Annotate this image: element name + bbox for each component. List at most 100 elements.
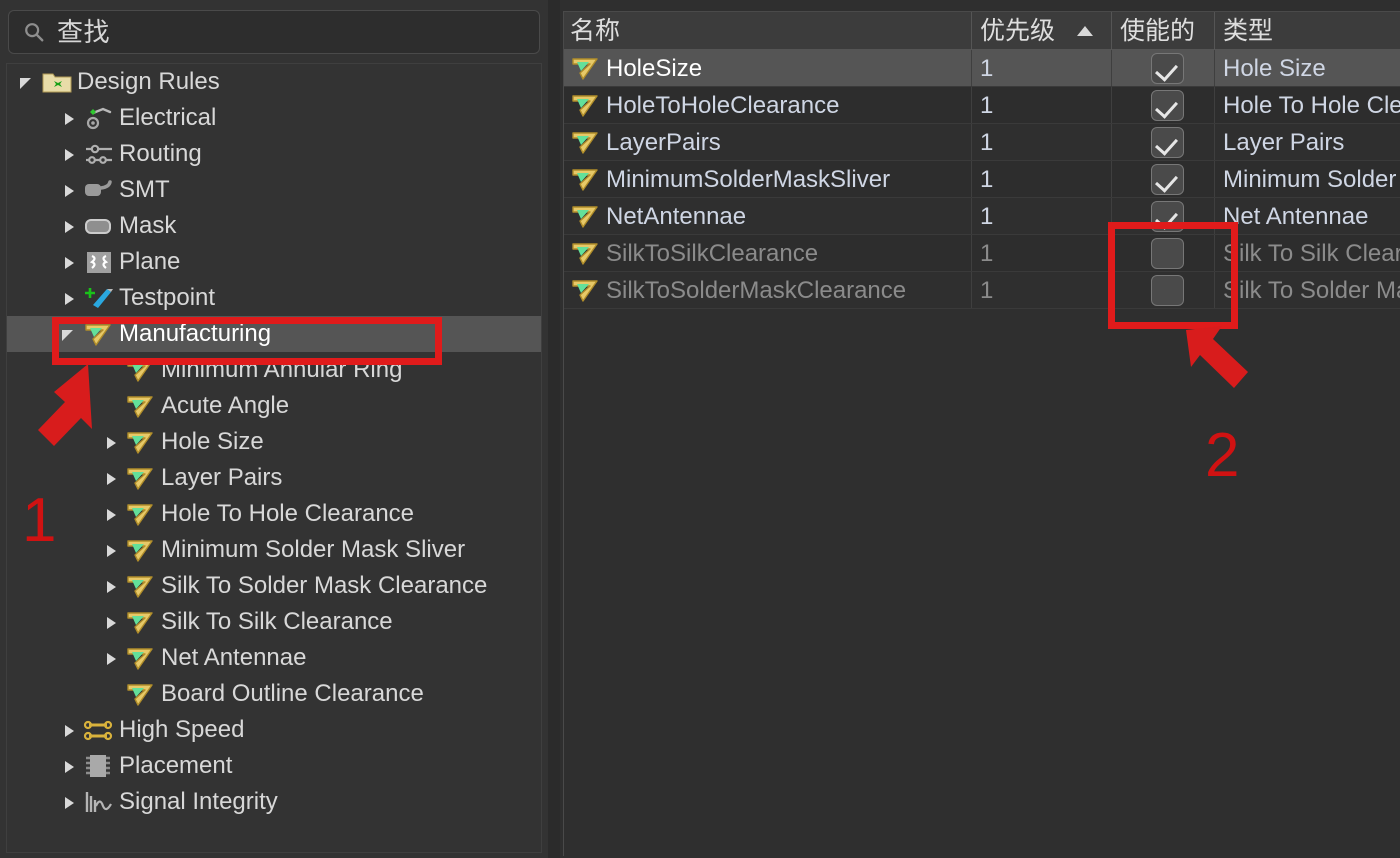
rule-name-cell[interactable]: HoleToHoleClearance <box>564 87 972 123</box>
sidebar-item-board-outline-clearance[interactable]: Board Outline Clearance <box>7 676 541 712</box>
rule-icon <box>127 576 153 598</box>
rule-name-cell[interactable]: NetAntennae <box>564 198 972 234</box>
column-header-enabled[interactable]: 使能的 <box>1112 12 1215 49</box>
placement-icon <box>83 752 115 780</box>
table-row[interactable]: HoleToHoleClearance 1 Hole To Hole Clearan… <box>564 87 1400 124</box>
sidebar-item-smt[interactable]: SMT <box>7 172 541 208</box>
sidebar-item-minimum-solder-mask-sliver[interactable]: Minimum Solder Mask Sliver <box>7 532 541 568</box>
rule-priority-cell[interactable]: 1 <box>972 161 1112 197</box>
chevron-right-icon[interactable] <box>57 208 83 244</box>
table-row[interactable]: NetAntennae 1 Net Antennae <box>564 198 1400 235</box>
checkbox-unchecked-icon[interactable] <box>1150 274 1184 306</box>
table-row[interactable]: SilkToSolderMaskClearance 1 Silk To Solder… <box>564 272 1400 309</box>
sidebar-item-mask[interactable]: Mask <box>7 208 541 244</box>
rules-grid[interactable]: 名称 优先级 使能的 类型 HoleSize 1 Hole Size HoleToHo… <box>563 11 1400 856</box>
electrical-icon <box>86 107 112 130</box>
chevron-right-icon[interactable] <box>99 532 125 568</box>
table-row[interactable]: LayerPairs 1 Layer Pairs <box>564 124 1400 161</box>
rule-type-cell: Silk To Silk Clearance <box>1215 235 1400 271</box>
column-header-type[interactable]: 类型 <box>1215 12 1400 49</box>
search-input-value[interactable]: 查找 <box>57 19 110 45</box>
chevron-right-icon[interactable] <box>57 172 83 208</box>
sidebar-item-testpoint[interactable]: Testpoint <box>7 280 541 316</box>
chevron-right-icon[interactable] <box>99 568 125 604</box>
chevron-right-icon[interactable] <box>57 244 83 280</box>
chevron-down-icon[interactable] <box>15 64 41 100</box>
rule-priority-cell[interactable]: 1 <box>972 124 1112 160</box>
chevron-right-icon[interactable] <box>57 280 83 316</box>
rule-name-label: SilkToSolderMaskClearance <box>606 276 907 304</box>
table-row[interactable]: SilkToSilkClearance 1 Silk To Silk Clearan… <box>564 235 1400 272</box>
checkbox-checked-icon[interactable] <box>1150 200 1184 232</box>
chevron-right-icon[interactable] <box>99 424 125 460</box>
sidebar-item-layer-pairs[interactable]: Layer Pairs <box>7 460 541 496</box>
checkbox-checked-icon[interactable] <box>1150 163 1184 195</box>
sidebar-item-routing[interactable]: Routing <box>7 136 541 172</box>
rule-icon <box>572 243 598 265</box>
rule-enabled-cell[interactable] <box>1112 198 1215 234</box>
rule-priority-cell[interactable]: 1 <box>972 272 1112 308</box>
rule-priority-cell[interactable]: 1 <box>972 198 1112 234</box>
sidebar-item-silk-to-solder-mask-clearance[interactable]: Silk To Solder Mask Clearance <box>7 568 541 604</box>
rule-priority-cell[interactable]: 1 <box>972 50 1112 86</box>
sidebar-item-acute-angle[interactable]: Acute Angle <box>7 388 541 424</box>
chevron-right-icon[interactable] <box>99 604 125 640</box>
chevron-right-icon[interactable] <box>57 712 83 748</box>
rule-icon <box>127 648 153 670</box>
checkbox-checked-icon[interactable] <box>1150 52 1184 84</box>
search-icon <box>25 23 44 42</box>
sidebar-item-silk-to-silk-clearance[interactable]: Silk To Silk Clearance <box>7 604 541 640</box>
sidebar-item-placement[interactable]: Placement <box>7 748 541 784</box>
rule-name-cell[interactable]: SilkToSolderMaskClearance <box>564 272 972 308</box>
sidebar-item-high-speed[interactable]: High Speed <box>7 712 541 748</box>
rule-priority-cell[interactable]: 1 <box>972 235 1112 271</box>
search-box[interactable]: 查找 <box>8 10 540 54</box>
sidebar-item-plane[interactable]: Plane <box>7 244 541 280</box>
column-header-priority[interactable]: 优先级 <box>972 12 1112 49</box>
chevron-right-icon[interactable] <box>57 748 83 784</box>
chevron-right-icon[interactable] <box>57 100 83 136</box>
rule-icon <box>125 536 157 564</box>
app-window: 查找 Design Rules Electrical Routing SMT Mask P… <box>0 0 1400 858</box>
rule-name-cell[interactable]: SilkToSilkClearance <box>564 235 972 271</box>
rule-enabled-cell[interactable] <box>1112 235 1215 271</box>
checkbox-checked-icon[interactable] <box>1150 126 1184 158</box>
column-header-name[interactable]: 名称 <box>564 12 972 49</box>
chevron-right-icon[interactable] <box>99 460 125 496</box>
rule-name-cell[interactable]: MinimumSolderMaskSliver <box>564 161 972 197</box>
chevron-right-icon[interactable] <box>99 496 125 532</box>
chevron-right-icon[interactable] <box>57 136 83 172</box>
sidebar-item-net-antennae[interactable]: Net Antennae <box>7 640 541 676</box>
checkbox-checked-icon[interactable] <box>1150 89 1184 121</box>
chevron-down-icon[interactable] <box>57 316 83 352</box>
rule-priority-cell[interactable]: 1 <box>972 87 1112 123</box>
sidebar-item-minimum-annular-ring[interactable]: Minimum Annular Ring <box>7 352 541 388</box>
mask-icon <box>83 212 115 240</box>
rule-name-cell[interactable]: HoleSize <box>564 50 972 86</box>
rule-icon <box>85 324 111 346</box>
checkbox-unchecked-icon[interactable] <box>1150 237 1184 269</box>
rule-icon <box>127 540 153 562</box>
rule-enabled-cell[interactable] <box>1112 87 1215 123</box>
sidebar-item-manufacturing[interactable]: Manufacturing <box>7 316 541 352</box>
chevron-right-icon[interactable] <box>99 640 125 676</box>
table-row[interactable]: HoleSize 1 Hole Size <box>564 50 1400 87</box>
rule-enabled-cell[interactable] <box>1112 124 1215 160</box>
tree-expander-placeholder <box>99 352 125 388</box>
chevron-right-icon[interactable] <box>57 784 83 820</box>
rule-type-cell: Net Antennae <box>1215 198 1400 234</box>
sidebar-item-hole-to-hole-clearance[interactable]: Hole To Hole Clearance <box>7 496 541 532</box>
rule-enabled-cell[interactable] <box>1112 161 1215 197</box>
sidebar-item-signal-integrity[interactable]: Signal Integrity <box>7 784 541 820</box>
sidebar-item-electrical[interactable]: Electrical <box>7 100 541 136</box>
sidebar-item-design-rules[interactable]: Design Rules <box>7 64 541 100</box>
table-row[interactable]: MinimumSolderMaskSliver 1 Minimum Solder M… <box>564 161 1400 198</box>
signal-integrity-icon <box>85 792 112 812</box>
rule-icon <box>570 239 602 267</box>
rule-name-cell[interactable]: LayerPairs <box>564 124 972 160</box>
sidebar-item-hole-size[interactable]: Hole Size <box>7 424 541 460</box>
rule-enabled-cell[interactable] <box>1112 50 1215 86</box>
design-rules-tree[interactable]: Design Rules Electrical Routing SMT Mask Plan… <box>6 63 542 853</box>
smt-icon <box>85 180 112 196</box>
rule-enabled-cell[interactable] <box>1112 272 1215 308</box>
